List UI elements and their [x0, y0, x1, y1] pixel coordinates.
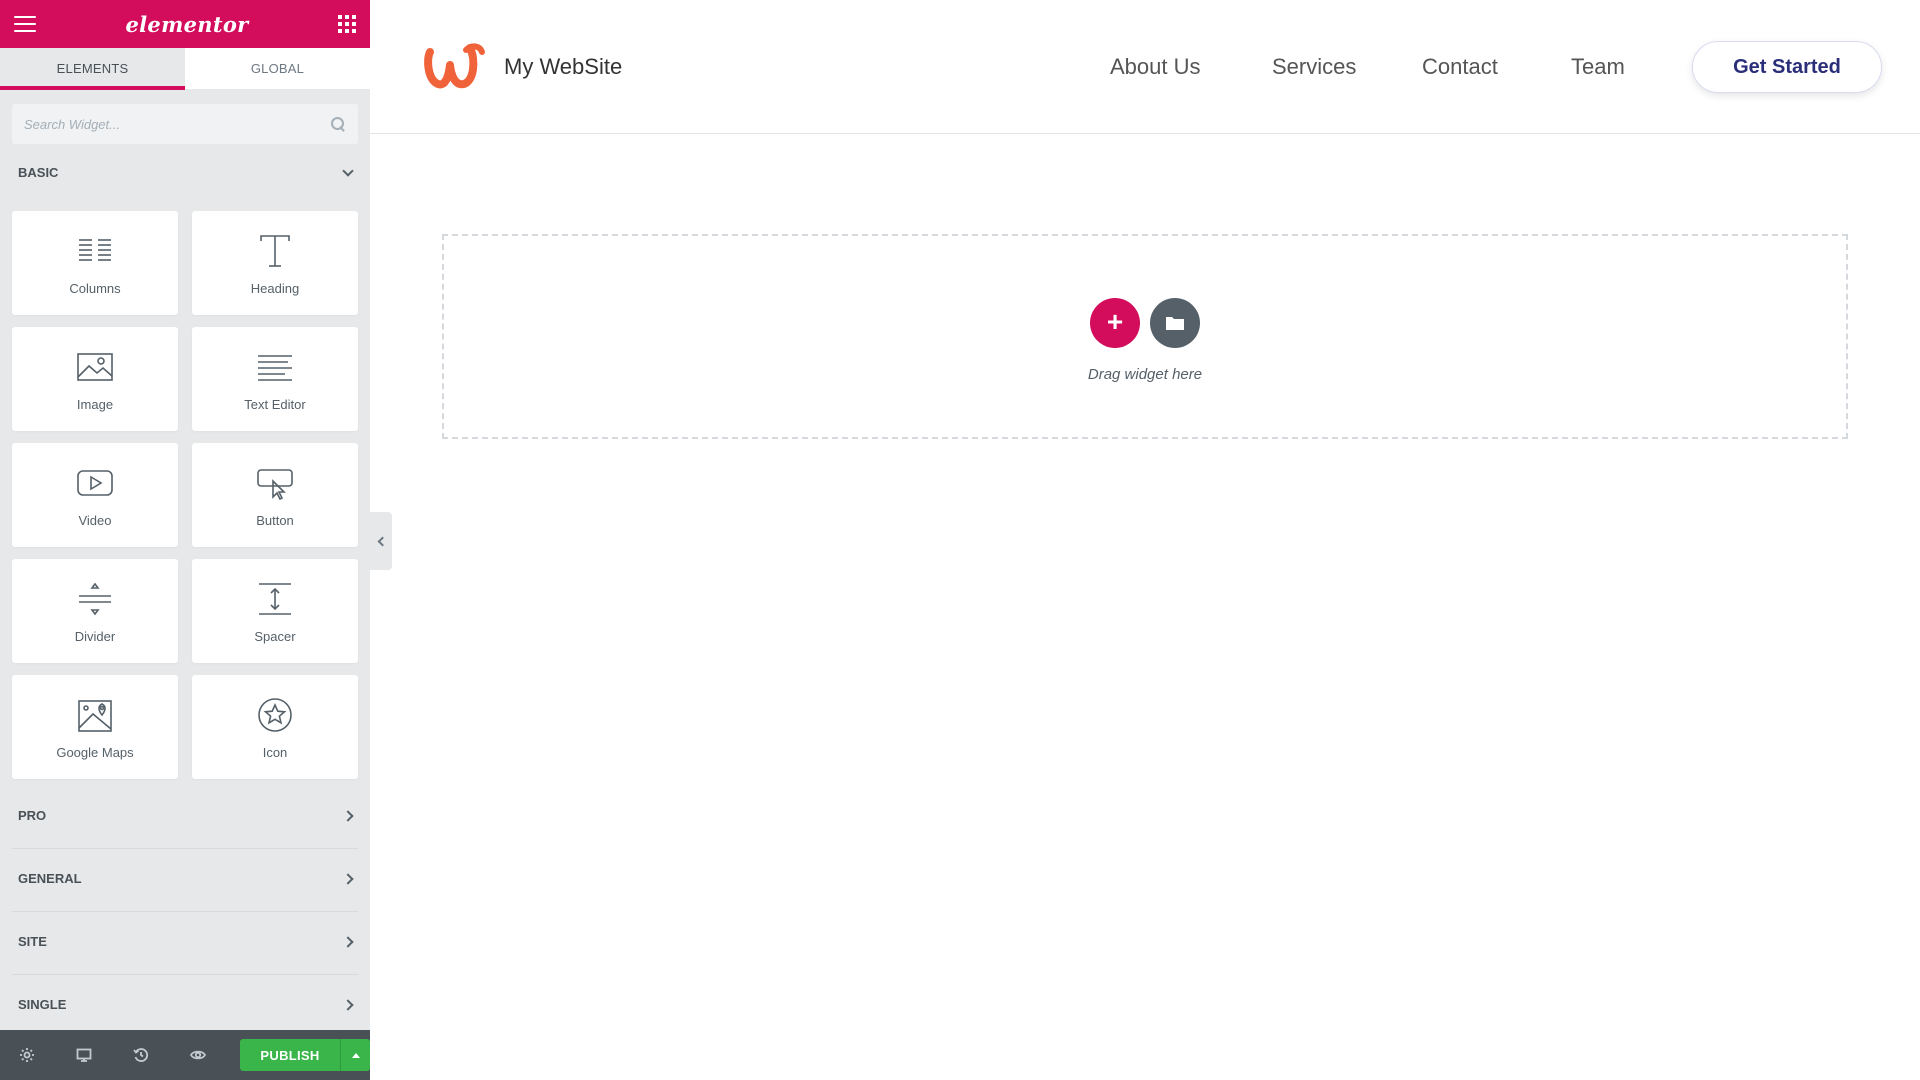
panel-tabs: ELEMENTS GLOBAL — [0, 48, 370, 90]
widget-divider[interactable]: Divider — [12, 559, 178, 663]
search-widget-input[interactable] — [24, 116, 330, 132]
widget-label: Divider — [74, 628, 116, 644]
nav-contact[interactable]: Contact — [1422, 54, 1498, 80]
responsive-mode-button[interactable] — [71, 1042, 97, 1068]
chevron-left-icon — [377, 536, 388, 546]
caret-up-icon — [351, 1052, 360, 1058]
search-icon[interactable] — [330, 116, 346, 132]
star-icon — [258, 697, 292, 732]
preview-button[interactable] — [185, 1042, 211, 1068]
publish-button[interactable]: PUBLISH — [240, 1039, 340, 1071]
add-section-button[interactable]: + — [1090, 298, 1140, 348]
button-icon — [257, 468, 293, 500]
settings-button[interactable] — [14, 1042, 40, 1068]
widget-video[interactable]: Video — [12, 443, 178, 547]
widget-spacer[interactable]: Spacer — [192, 559, 358, 663]
history-icon — [133, 1048, 149, 1062]
divider-icon — [79, 582, 111, 615]
heading-icon — [260, 234, 290, 267]
widget-label: Heading — [250, 280, 300, 296]
chevron-right-icon — [342, 935, 354, 948]
widget-label: Google Maps — [56, 744, 134, 760]
nav-team[interactable]: Team — [1571, 54, 1625, 80]
category-general-label: GENERAL — [18, 871, 82, 886]
chevron-right-icon — [342, 998, 354, 1011]
widget-icon[interactable]: Icon — [192, 675, 358, 779]
category-single-label: SINGLE — [18, 997, 67, 1012]
site-name[interactable]: My WebSite — [504, 54, 622, 80]
spacer-icon — [259, 582, 291, 615]
widget-label: Button — [256, 512, 294, 528]
tab-global[interactable]: GLOBAL — [185, 48, 370, 90]
video-icon — [77, 469, 113, 496]
widget-google-maps[interactable]: Google Maps — [12, 675, 178, 779]
category-basic[interactable]: BASIC — [18, 164, 354, 180]
chevron-right-icon — [342, 809, 354, 822]
site-header: My WebSite About Us Services Contact Tea… — [370, 0, 1920, 134]
chevron-down-icon — [342, 164, 354, 177]
widget-heading[interactable]: Heading — [192, 211, 358, 315]
columns-icon — [79, 238, 111, 261]
empty-section-dropzone[interactable] — [442, 234, 1848, 439]
widget-label: Spacer — [254, 628, 296, 644]
nav-services[interactable]: Services — [1272, 54, 1356, 80]
widget-columns[interactable]: Columns — [12, 211, 178, 315]
site-logo-icon[interactable] — [422, 38, 492, 94]
category-site-label: SITE — [18, 934, 47, 949]
nav-about-us[interactable]: About Us — [1110, 54, 1201, 80]
widget-label: Icon — [262, 744, 288, 760]
category-divider — [12, 848, 358, 849]
chevron-right-icon — [342, 872, 354, 885]
category-pro[interactable]: PRO — [18, 808, 354, 823]
category-pro-label: PRO — [18, 808, 47, 823]
tab-elements[interactable]: ELEMENTS — [0, 48, 185, 90]
widget-image[interactable]: Image — [12, 327, 178, 431]
panel-topbar: elementor — [0, 0, 370, 48]
category-basic-label: BASIC — [18, 165, 59, 180]
widget-label: Text Editor — [244, 396, 306, 412]
widget-grid: Columns Heading Image Text Editor Video — [12, 211, 358, 779]
desktop-icon — [76, 1048, 92, 1062]
panel-footer: PUBLISH — [0, 1030, 370, 1080]
elementor-logo: elementor — [125, 11, 249, 37]
editor-panel: elementor ELEMENTS GLOBAL BASIC Columns … — [0, 0, 370, 1080]
plus-icon: + — [1106, 306, 1124, 337]
widget-label: Image — [76, 396, 114, 412]
get-started-button[interactable]: Get Started — [1692, 41, 1882, 93]
menu-icon[interactable] — [14, 16, 36, 32]
gear-icon — [20, 1048, 34, 1062]
category-general[interactable]: GENERAL — [18, 871, 354, 886]
widget-button[interactable]: Button — [192, 443, 358, 547]
category-divider — [12, 911, 358, 912]
google-maps-icon — [78, 699, 112, 732]
widget-label: Video — [78, 512, 112, 528]
folder-icon — [1166, 317, 1184, 330]
category-single[interactable]: SINGLE — [18, 997, 354, 1012]
drop-hint-text: Drag widget here — [1087, 366, 1203, 383]
widgets-grid-icon[interactable] — [338, 15, 356, 33]
category-divider — [12, 974, 358, 975]
category-site[interactable]: SITE — [18, 934, 354, 949]
widget-text-editor[interactable]: Text Editor — [192, 327, 358, 431]
publish-options-button[interactable] — [340, 1039, 370, 1071]
history-button[interactable] — [128, 1042, 154, 1068]
text-editor-icon — [258, 354, 292, 381]
image-icon — [77, 352, 113, 381]
search-box — [12, 104, 358, 144]
widget-label: Columns — [69, 280, 121, 296]
collapse-panel-button[interactable] — [370, 512, 392, 570]
add-template-button[interactable] — [1150, 298, 1200, 348]
eye-icon — [190, 1050, 206, 1060]
publish-group: PUBLISH — [240, 1039, 370, 1071]
